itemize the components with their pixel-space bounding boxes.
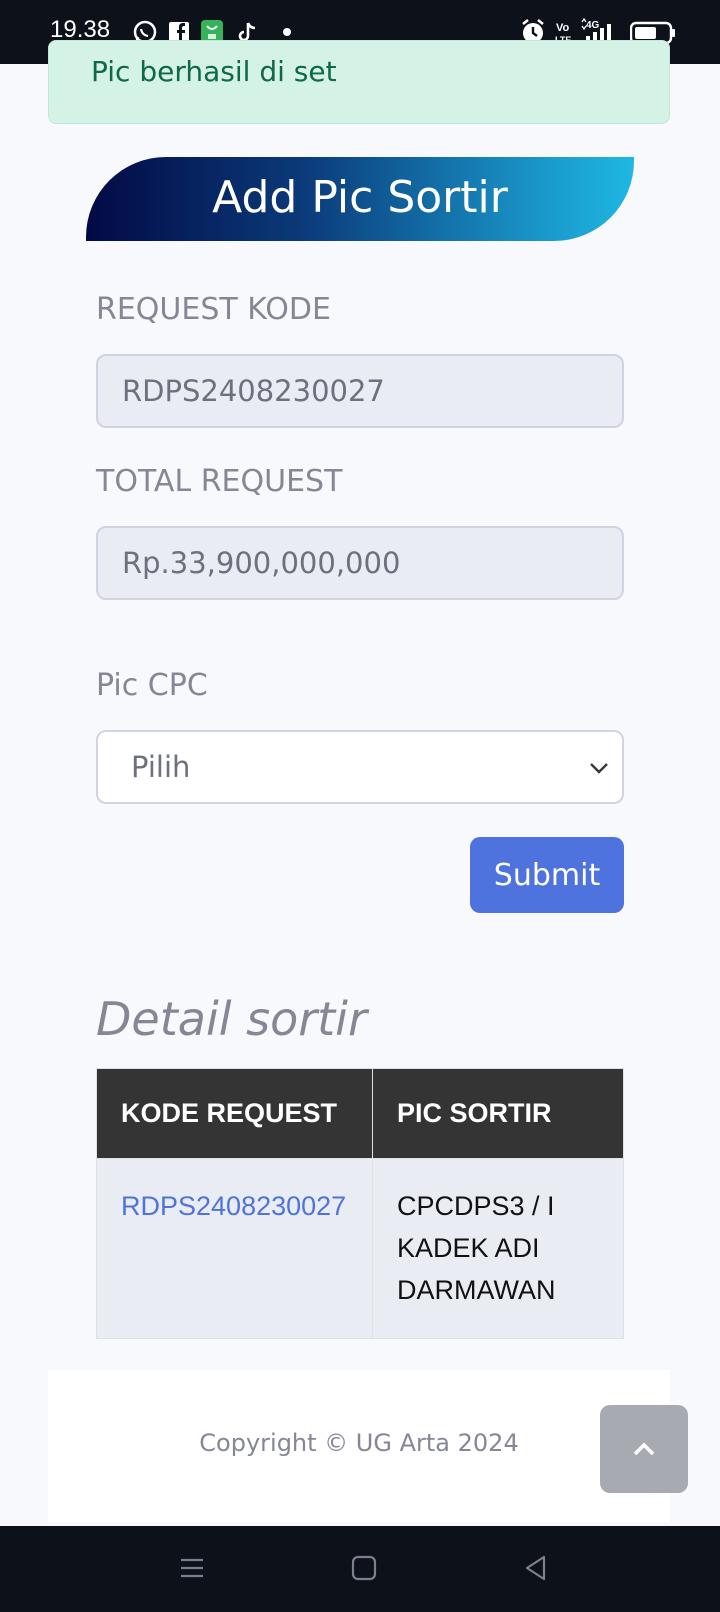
home-icon[interactable] [350, 1554, 378, 1582]
chevron-up-icon [633, 1442, 655, 1456]
table-header-row: KODE REQUEST PIC SORTIR [96, 1068, 624, 1159]
pic-cpc-label: Pic CPC [96, 668, 208, 703]
detail-section-title: Detail sortir [96, 992, 367, 1046]
system-nav-bar [0, 1526, 720, 1612]
alert-message: Pic berhasil di set [91, 55, 337, 88]
request-code-link[interactable]: RDPS2408230027 [96, 1158, 373, 1339]
page-header-banner: Add Pic Sortir [86, 157, 634, 241]
total-request-field: Rp.33,900,000,000 [96, 526, 624, 600]
svg-text:Vo: Vo [556, 22, 570, 34]
column-header-kode-request: KODE REQUEST [96, 1068, 373, 1159]
pic-cpc-select[interactable]: Pilih [96, 730, 624, 804]
page-title: Add Pic Sortir [212, 172, 508, 223]
column-header-pic-sortir: PIC SORTIR [372, 1068, 624, 1159]
copyright-text: Copyright © UG Arta 2024 [199, 1429, 519, 1457]
request-kode-label: REQUEST KODE [96, 292, 331, 327]
scroll-to-top-button[interactable] [600, 1405, 688, 1493]
total-request-label: TOTAL REQUEST [96, 464, 343, 499]
submit-button[interactable]: Submit [470, 837, 624, 913]
request-kode-field: RDPS2408230027 [96, 354, 624, 428]
footer: Copyright © UG Arta 2024 [48, 1370, 670, 1522]
chevron-down-icon [590, 763, 608, 774]
back-icon[interactable] [522, 1554, 550, 1582]
pic-sortir-cell: CPCDPS3 / I KADEK ADI DARMAWAN [372, 1158, 624, 1339]
success-alert: Pic berhasil di set [48, 40, 670, 124]
svg-text:4G: 4G [586, 20, 600, 31]
table-row: RDPS2408230027 CPCDPS3 / I KADEK ADI DAR… [96, 1158, 624, 1339]
detail-table: KODE REQUEST PIC SORTIR RDPS2408230027 C… [96, 1068, 624, 1339]
recent-apps-icon[interactable] [178, 1554, 206, 1582]
pic-cpc-selected-value: Pilih [131, 750, 191, 784]
